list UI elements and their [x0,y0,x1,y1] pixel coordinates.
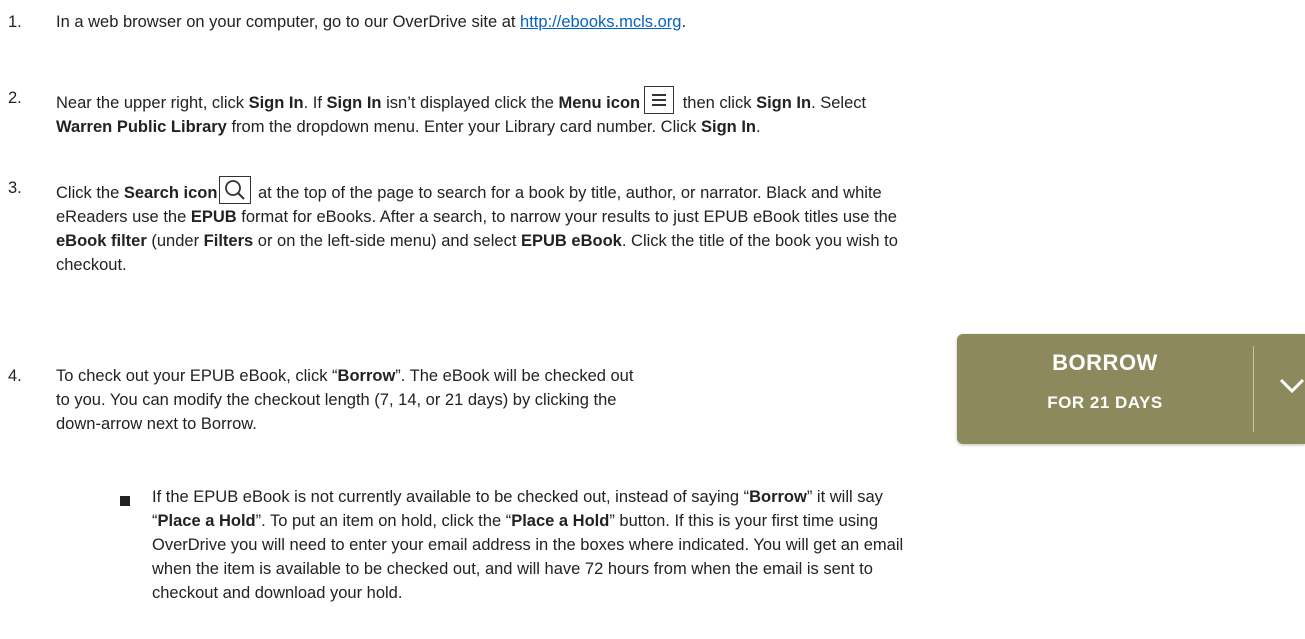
step-text-part: from the dropdown menu. Enter your Libra… [226,118,701,136]
step-text-part: ”. The eBook will be checked out [395,367,634,385]
chevron-down-icon[interactable] [1279,376,1305,396]
step-number: 4. [8,367,22,385]
step-text-part: . Select [811,94,867,112]
step-text-part: . [681,13,687,31]
step-text-part: To check out your EPUB eBook, click “ [56,367,338,385]
step-text-part: . If [303,94,327,112]
divider [1253,346,1254,432]
step-text: In a web browser on your computer, go to… [56,10,686,34]
step-text-part: or on the left-side menu) and select [253,232,521,250]
bold-term: Menu icon [558,94,641,112]
bold-term: Place a Hold [511,512,610,530]
bold-term: eBook filter [56,232,147,250]
step-text-part: eReaders use the [56,208,191,226]
step-text-part: . [756,118,761,136]
bullet-text: If the EPUB eBook is not currently avail… [152,485,903,605]
bullet-text-part: ” button. If this is your first time usi… [609,512,879,530]
bold-term: Sign In [326,94,382,112]
bold-term: Search icon [123,184,218,202]
bold-term: Sign In [248,94,304,112]
borrow-label: BORROW [1052,350,1158,375]
bold-term: Borrow [337,367,396,385]
step-number: 1. [8,13,22,31]
bold-term: Sign In [756,94,812,112]
step-text-part: Click the [56,184,124,202]
bold-term: Filters [203,232,254,250]
bold-term: Sign In [701,118,756,136]
search-icon [219,176,252,204]
step-number: 2. [8,89,22,107]
bullet-text-part: If the EPUB eBook is not currently avail… [152,488,750,506]
step-number: 3. [8,179,22,197]
bullet-text-part: checkout and download your hold. [152,584,403,602]
bullet-text-part: ”. To put an item on hold, click the “ [255,512,512,530]
step-text-part: format for eBooks. After a search, to na… [236,208,897,226]
step-text-part: down-arrow next to Borrow. [56,415,257,433]
bold-term: EPUB [190,208,237,226]
step-text-part: . Click the title of the book you wish t… [621,232,898,250]
bullet-marker [120,496,130,506]
step-text-part: In a web browser on your computer, go to… [56,13,521,31]
step-text: Near the upper right, click Sign In. If … [56,80,866,139]
step-text-part: at the top of the page to search for a b… [253,184,882,202]
step-text: To check out your EPUB eBook, click “Bor… [56,364,633,436]
step-text-part: isn’t displayed click the [381,94,559,112]
bold-term: Borrow [749,488,807,506]
overdrive-site-link[interactable]: http://ebooks.mcls.org [520,13,681,31]
borrow-button[interactable]: BORROW FOR 21 DAYS [957,334,1305,444]
borrow-duration-label: FOR 21 DAYS [1047,393,1163,412]
bold-term: Warren Public Library [56,118,227,136]
bullet-text-part: ” it will say [806,488,883,506]
step-text: Click the Search icon at the top of the … [56,170,898,277]
bold-term: EPUB eBook [521,232,622,250]
bullet-text-part: when the item is available to be checked… [152,560,873,578]
step-text-part: then click [678,94,757,112]
bullet-text-part: OverDrive you will need to enter your em… [152,536,904,554]
step-text-part: Near the upper right, click [56,94,249,112]
step-text-part: checkout. [56,256,127,274]
step-text-part: (under [146,232,204,250]
step-text-part: to you. You can modify the checkout leng… [56,391,617,409]
bold-term: Place a Hold [157,512,256,530]
menu-icon [644,86,675,114]
